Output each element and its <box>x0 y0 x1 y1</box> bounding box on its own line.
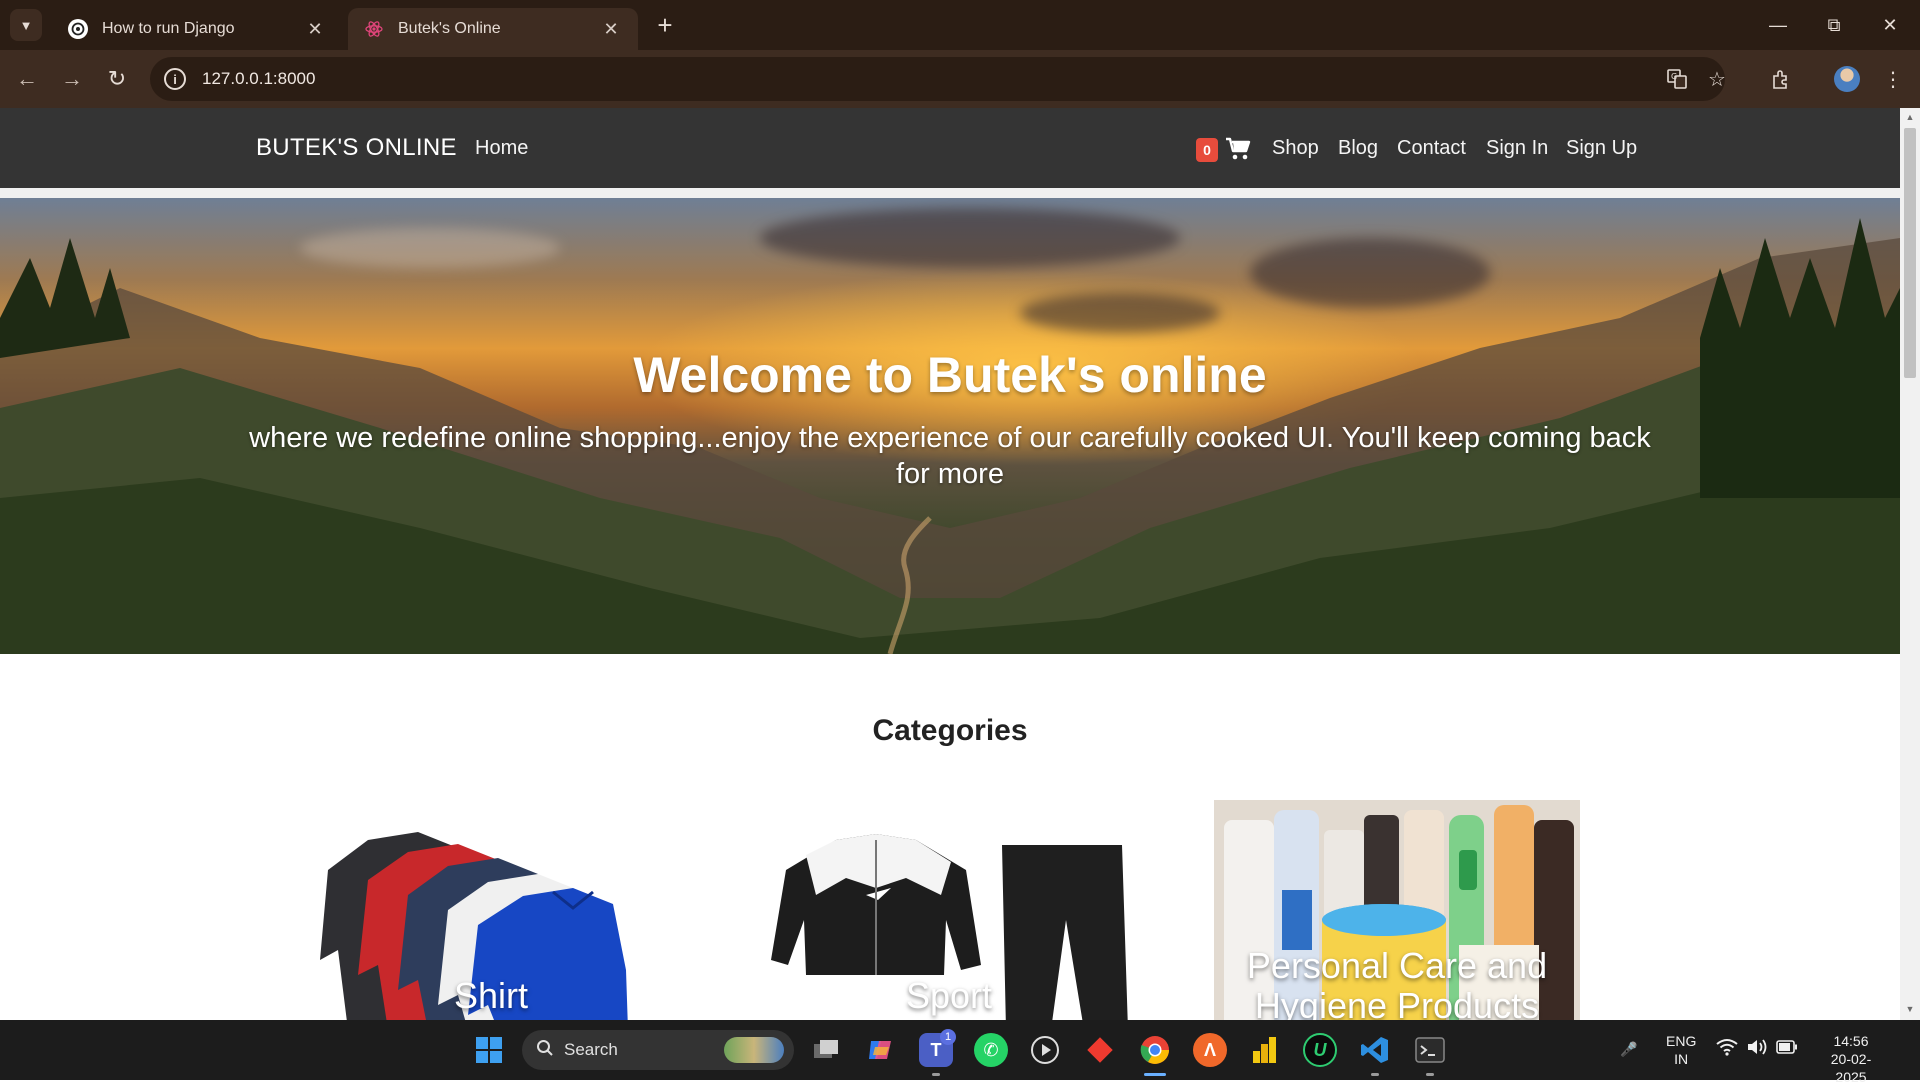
power-bi-icon[interactable] <box>1248 1033 1282 1067</box>
active-app-indicator <box>1144 1073 1166 1076</box>
tab-title: Butek's Online <box>398 20 501 37</box>
nav-sign-in[interactable]: Sign In <box>1486 137 1548 160</box>
categories-heading: Categories <box>872 714 1028 747</box>
running-app-indicator <box>1426 1073 1434 1076</box>
site-info-icon[interactable]: i <box>164 68 186 90</box>
task-view-icon[interactable] <box>809 1033 843 1067</box>
clock-date: 20-02-2025 <box>1830 1051 1872 1085</box>
profile-avatar[interactable] <box>1830 62 1864 96</box>
tab-search-button[interactable]: ▼ <box>10 9 42 41</box>
whatsapp-icon[interactable]: ✆ <box>974 1033 1008 1067</box>
language-indicator[interactable]: ENG IN <box>1666 1032 1696 1068</box>
extensions-icon[interactable] <box>1764 62 1798 96</box>
anydesk-icon[interactable] <box>1083 1033 1117 1067</box>
scroll-up-arrow-icon[interactable]: ▲ <box>1904 112 1916 122</box>
svg-text:G: G <box>1671 72 1677 81</box>
category-label: Sport <box>905 975 993 1016</box>
teams-notification-badge: 1 <box>940 1029 956 1045</box>
browser-toolbar: ← → ↻ i 127.0.0.1:8000 G ☆ ⋮ <box>0 50 1920 108</box>
back-button[interactable]: ← <box>10 62 44 96</box>
running-app-indicator <box>932 1073 940 1076</box>
tab-title: How to run Django <box>102 20 235 37</box>
close-tab-icon[interactable]: ✕ <box>304 19 326 40</box>
chatgpt-favicon-icon <box>68 19 88 39</box>
page-viewport: BUTEK'S ONLINE Home 0 Shop Blog Contact … <box>0 108 1900 1020</box>
reload-button[interactable]: ↻ <box>100 62 134 96</box>
upwork-icon[interactable]: U <box>1303 1033 1337 1067</box>
hero-banner: Welcome to Butek's online where we redef… <box>0 198 1900 654</box>
windows-start-icon[interactable] <box>472 1033 506 1067</box>
scrollbar-thumb[interactable] <box>1904 128 1916 378</box>
tab-buteks-online[interactable]: Butek's Online ✕ <box>348 8 638 50</box>
nav-home[interactable]: Home <box>475 137 528 160</box>
url-text[interactable]: 127.0.0.1:8000 <box>202 69 315 89</box>
tab-how-to-run-django[interactable]: How to run Django ✕ <box>52 8 342 50</box>
windows-taskbar: Search T 1 ✆ Λ U 🎤 ENG IN 14:56 20-02-20… <box>0 1020 1920 1085</box>
clock-time: 14:56 <box>1833 1033 1869 1049</box>
arrow-left-icon: ← <box>16 66 38 91</box>
running-app-indicator <box>1371 1073 1379 1076</box>
scroll-down-arrow-icon[interactable]: ▼ <box>1904 1004 1916 1014</box>
minimize-button[interactable]: — <box>1750 0 1806 50</box>
category-card-sport[interactable]: Sport <box>766 800 1132 1020</box>
navbar-divider <box>0 188 1900 198</box>
taskbar-search-box[interactable]: Search <box>522 1030 794 1070</box>
microphone-icon[interactable]: 🎤 <box>1620 1040 1637 1058</box>
chrome-icon[interactable] <box>1138 1033 1172 1067</box>
region-code: IN <box>1674 1051 1689 1067</box>
address-bar[interactable]: i 127.0.0.1:8000 <box>150 57 1725 101</box>
volume-icon[interactable] <box>1746 1038 1768 1060</box>
site-navbar: BUTEK'S ONLINE Home 0 Shop Blog Contact … <box>0 108 1900 188</box>
translate-icon[interactable]: G <box>1660 62 1694 96</box>
cart-count-badge[interactable]: 0 <box>1196 138 1218 162</box>
search-icon <box>536 1039 554 1062</box>
forward-button[interactable]: → <box>55 62 89 96</box>
copilot-icon[interactable] <box>863 1033 897 1067</box>
brand-logo[interactable]: BUTEK'S ONLINE <box>256 134 457 162</box>
nav-contact[interactable]: Contact <box>1397 137 1466 160</box>
media-player-icon[interactable] <box>1028 1033 1062 1067</box>
reload-icon: ↻ <box>107 66 127 91</box>
wifi-icon[interactable] <box>1716 1038 1738 1060</box>
terminal-icon[interactable] <box>1413 1033 1447 1067</box>
category-label: Personal Care and Hygiene Products <box>1246 945 1548 1021</box>
new-tab-button[interactable]: + <box>650 10 680 40</box>
category-card-personal-care[interactable]: Personal Care and Hygiene Products <box>1214 800 1580 1020</box>
clock[interactable]: 14:56 20-02-2025 <box>1816 1032 1886 1086</box>
browser-tab-bar: ▼ How to run Django ✕ Butek's Online ✕ +… <box>0 0 1920 50</box>
arrow-right-icon: → <box>61 66 83 91</box>
category-card-shirt[interactable]: Shirt <box>308 800 674 1020</box>
restore-button[interactable]: ⧉ <box>1806 0 1862 50</box>
close-window-button[interactable]: ✕ <box>1862 0 1918 50</box>
language-code: ENG <box>1666 1033 1697 1049</box>
page-scrollbar[interactable]: ▲ ▼ <box>1900 108 1920 1020</box>
search-placeholder: Search <box>564 1040 618 1059</box>
category-label: Shirt <box>453 975 529 1016</box>
nav-blog[interactable]: Blog <box>1338 137 1378 160</box>
vscode-icon[interactable] <box>1358 1033 1392 1067</box>
react-favicon-icon <box>364 19 384 39</box>
battery-icon[interactable] <box>1776 1040 1798 1058</box>
nav-shop[interactable]: Shop <box>1272 137 1319 160</box>
hero-subtitle: where we redefine online shopping...enjo… <box>249 422 1651 490</box>
hero-title: Welcome to Butek's online <box>633 347 1267 403</box>
close-tab-icon[interactable]: ✕ <box>600 19 622 40</box>
cart-icon[interactable] <box>1225 136 1251 162</box>
search-highlight-icon <box>724 1037 784 1063</box>
bookmark-star-icon[interactable]: ☆ <box>1700 62 1734 96</box>
nav-sign-up[interactable]: Sign Up <box>1566 137 1637 160</box>
chevron-down-icon: ▼ <box>19 17 33 33</box>
avast-icon[interactable]: Λ <box>1193 1033 1227 1067</box>
more-menu-icon[interactable]: ⋮ <box>1876 62 1910 96</box>
